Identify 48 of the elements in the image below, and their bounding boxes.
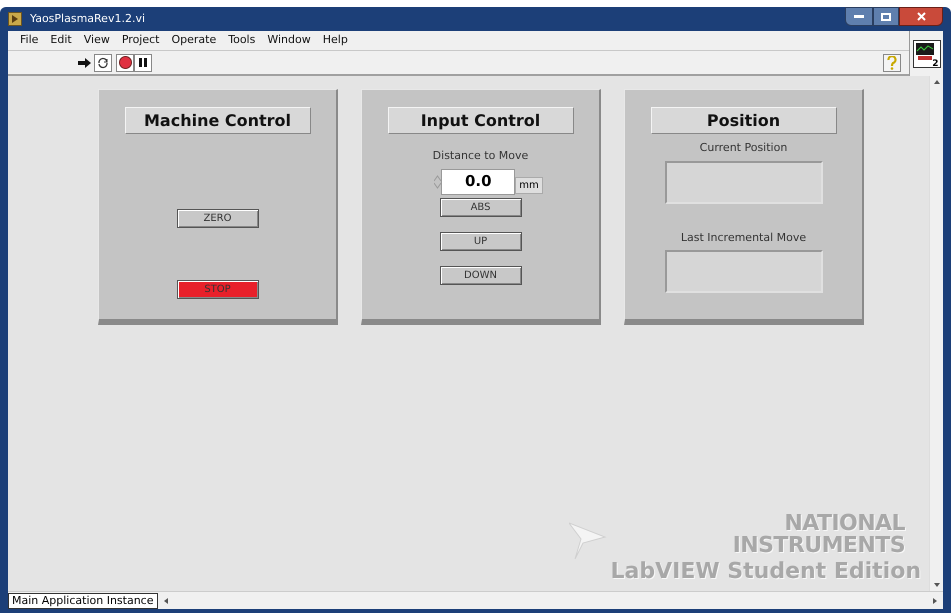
panel-button[interactable]: UP bbox=[440, 232, 522, 250]
question-icon bbox=[887, 56, 897, 70]
vi-icon[interactable]: 2 bbox=[912, 40, 940, 68]
connector-count: 2 bbox=[932, 60, 938, 68]
menu-item[interactable]: Tools bbox=[222, 32, 262, 49]
pause-button[interactable] bbox=[134, 54, 152, 72]
watermark-text: NATIONAL bbox=[784, 513, 906, 535]
menu-item[interactable]: View bbox=[78, 32, 116, 49]
window-title: YaosPlasmaRev1.2.vi bbox=[30, 10, 146, 27]
menu-item[interactable]: Project bbox=[116, 32, 166, 49]
scroll-down-icon bbox=[934, 583, 940, 587]
panel-button[interactable]: ZERO bbox=[176, 209, 258, 228]
maximize-button[interactable] bbox=[873, 7, 899, 26]
close-button[interactable] bbox=[899, 7, 943, 26]
application-instance-label[interactable]: Main Application Instance bbox=[8, 592, 158, 608]
menu-item[interactable]: File bbox=[14, 32, 44, 49]
scroll-up-icon bbox=[934, 80, 940, 84]
unit-label: mm bbox=[515, 176, 543, 194]
run-continuously-button[interactable] bbox=[94, 54, 112, 72]
stop-icon bbox=[118, 56, 132, 69]
panel-title: Position bbox=[650, 107, 836, 134]
watermark-text: INSTRUMENTS bbox=[732, 535, 906, 557]
maximize-icon bbox=[881, 12, 891, 20]
indicator-label: Last Incremental Move bbox=[680, 230, 806, 246]
cycle-arrows-icon bbox=[97, 56, 109, 68]
monitor-icon bbox=[914, 42, 934, 62]
panel-button[interactable]: ABS bbox=[440, 198, 522, 216]
panel-title: Input Control bbox=[388, 107, 574, 134]
close-icon bbox=[916, 12, 926, 21]
field-label: Distance to Move bbox=[432, 148, 528, 164]
arrow-icon bbox=[78, 58, 92, 68]
help-button[interactable] bbox=[883, 54, 901, 72]
menu-item[interactable]: Window bbox=[261, 32, 317, 49]
numeric-field[interactable]: 0.0 bbox=[441, 168, 516, 194]
abort-button[interactable] bbox=[116, 54, 134, 72]
menu-item[interactable]: Help bbox=[316, 32, 354, 49]
scroll-right-icon bbox=[933, 598, 937, 604]
menu-item[interactable]: Edit bbox=[44, 32, 78, 49]
app-icon bbox=[8, 12, 22, 26]
indicator-label: Current Position bbox=[700, 140, 788, 156]
watermark-text: LabVIEW Student Edition bbox=[610, 561, 921, 583]
menu-item[interactable]: Operate bbox=[165, 32, 222, 49]
minimize-button[interactable] bbox=[845, 7, 873, 26]
minimize-icon bbox=[854, 14, 864, 18]
pause-icon bbox=[139, 58, 147, 67]
panel-title: Machine Control bbox=[124, 107, 310, 134]
panel-button[interactable]: DOWN bbox=[440, 266, 522, 284]
scroll-left-icon bbox=[164, 598, 168, 604]
